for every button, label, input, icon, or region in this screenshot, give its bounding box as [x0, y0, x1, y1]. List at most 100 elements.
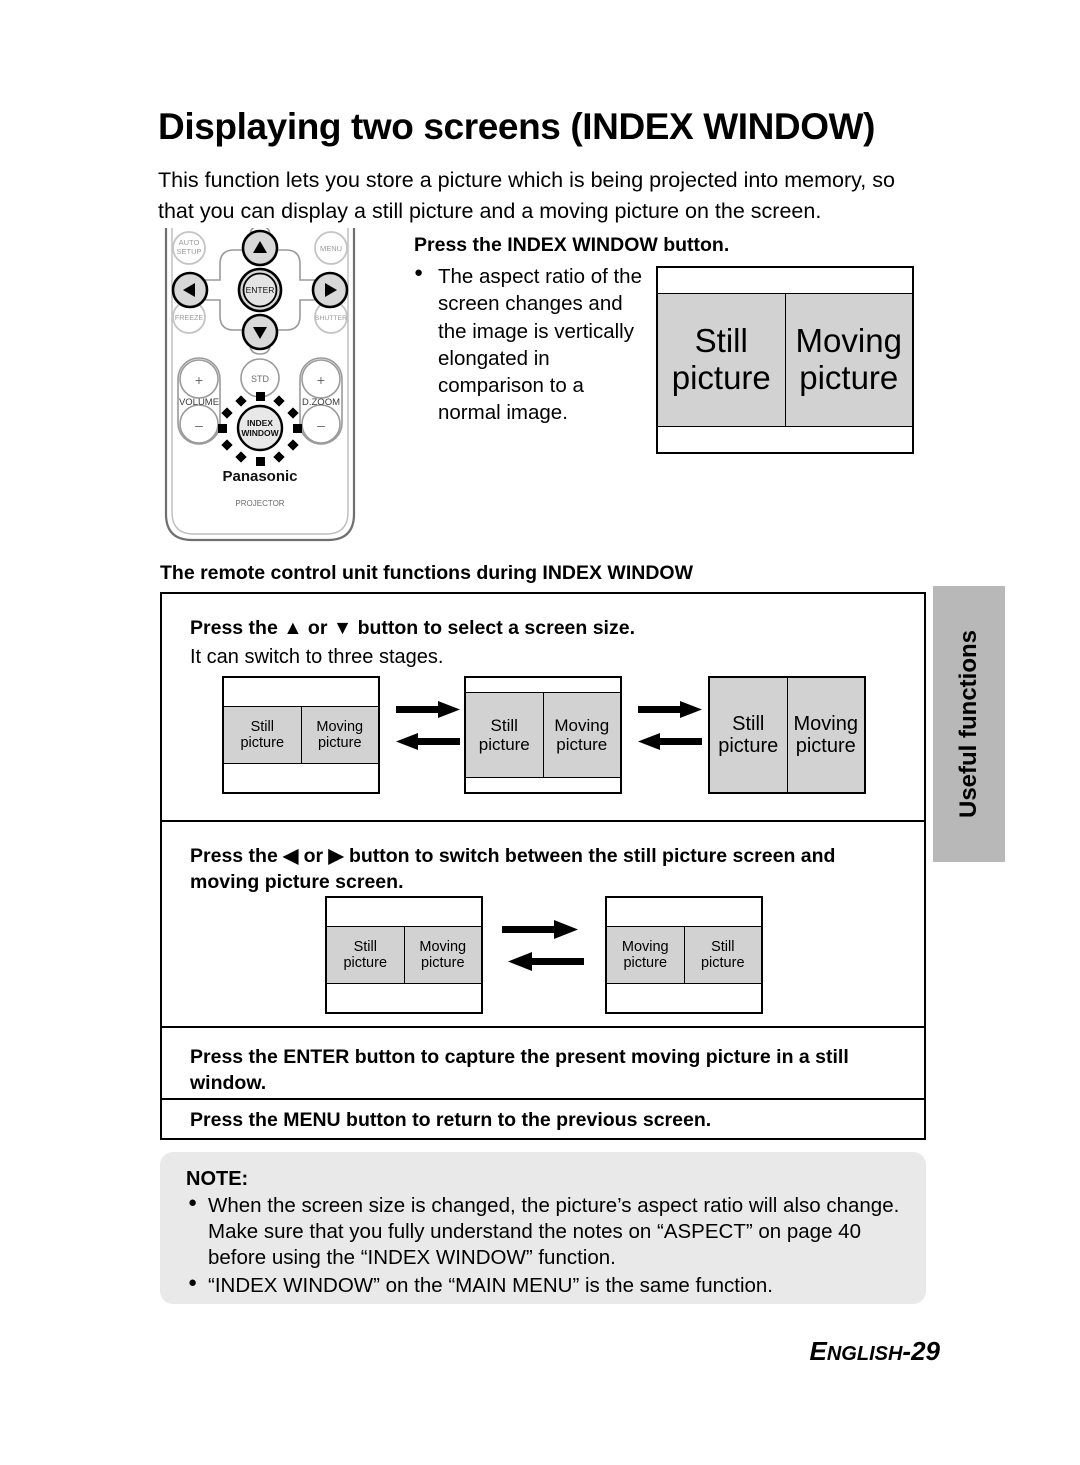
stage3-still-line2: picture	[718, 735, 779, 757]
step-index-window-body: ● The aspect ratio of the screen changes…	[414, 263, 644, 427]
stage2-screen-diagram: Still picture Moving picture	[464, 676, 622, 794]
stage2-moving-line2: picture	[556, 735, 608, 754]
swap-after-left-line1: Moving	[621, 938, 669, 955]
stage3-still-line1: Still	[732, 712, 765, 735]
step-index-window-heading: Press the INDEX WINDOW button.	[414, 234, 730, 256]
table-row-switch-screens: Press the ◀ or ▶ button to switch betwee…	[162, 820, 924, 1026]
remote-enter-label: ENTER	[246, 285, 275, 295]
remote-control-svg: AUTO SETUP MENU FREEZE SHUTTER ENTER + –…	[164, 186, 356, 542]
side-tab-label: Useful functions	[955, 629, 982, 819]
stage2-still-line1: Still	[490, 715, 518, 735]
hero-screen-diagram: Still picture Moving picture	[656, 266, 914, 454]
footer-main: NGLISH	[826, 1343, 903, 1365]
moving-label-line1: Moving	[795, 322, 902, 360]
stage3-moving-line1: Moving	[793, 712, 858, 735]
arrow-right-icon	[396, 701, 460, 718]
swap-before-right-line2: picture	[420, 955, 465, 971]
row4-heading: Press the MENU button to return to the p…	[190, 1109, 712, 1131]
arrow-right-icon	[638, 701, 702, 718]
note-item: ● “INDEX WINDOW” on the “MAIN MENU” is t…	[186, 1273, 900, 1299]
remote-volume-plus-label: +	[195, 372, 203, 388]
note-item-text: “INDEX WINDOW” on the “MAIN MENU” is the…	[208, 1273, 774, 1297]
letterbox-band-bottom	[658, 427, 912, 452]
swap-before-right-pane: Moving picture	[403, 927, 482, 983]
stage1-moving-line2: picture	[317, 735, 362, 751]
side-tab-useful-functions: Useful functions	[933, 586, 1005, 862]
swap-before-left-pane: Still picture	[327, 927, 404, 983]
stage1-still-line2: picture	[240, 735, 285, 751]
swap-after-left-line2: picture	[623, 955, 668, 971]
remote-control-illustration: AUTO SETUP MENU FREEZE SHUTTER ENTER + –…	[160, 186, 360, 548]
remote-volume-minus-label: –	[195, 417, 203, 433]
intro-paragraph: This function lets you store a picture w…	[158, 168, 895, 224]
stage2-band-bottom	[466, 778, 620, 792]
remote-freeze-label: FREEZE	[175, 313, 204, 322]
swap-after-diagram: Moving picture Still picture	[605, 896, 763, 1014]
note-list: ● When the screen size is changed, the p…	[186, 1193, 900, 1299]
manual-page: Displaying two screens (INDEX WINDOW) Th…	[0, 0, 1080, 1465]
stage1-moving-pane: Moving picture	[300, 707, 379, 763]
remote-dzoom-label: D.ZOOM	[302, 397, 340, 408]
row1-heading: Press the ▲ or ▼ button to select a scre…	[190, 617, 635, 639]
remote-dzoom-plus-label: +	[317, 372, 325, 388]
remote-auto-setup-label-line2: SETUP	[176, 247, 201, 256]
arrow-right-icon	[502, 920, 578, 939]
swap-after-right-line2: picture	[700, 955, 745, 971]
swap-before-panes: Still picture Moving picture	[327, 926, 481, 984]
stage2-to-stage3-arrows	[636, 692, 712, 762]
note-item: ● When the screen size is changed, the p…	[186, 1193, 900, 1272]
remote-dzoom-minus-label: –	[317, 417, 325, 433]
stage3-screen-diagram: Still picture Moving picture	[708, 676, 866, 794]
remote-shutter-label: SHUTTER	[315, 315, 347, 322]
stage2-moving-line1: Moving	[554, 715, 610, 735]
arrow-left-icon	[396, 733, 460, 750]
remote-volume-label: VOLUME	[179, 397, 219, 408]
footer-prefix: E	[809, 1336, 827, 1366]
stage3-moving-line2: picture	[795, 735, 856, 757]
stage1-still-pane: Still picture	[224, 707, 301, 763]
stage3-panes: Still picture Moving picture	[710, 678, 864, 792]
moving-picture-pane: Moving picture	[784, 294, 913, 426]
step-index-window-body-text: The aspect ratio of the screen changes a…	[438, 265, 642, 425]
remote-brand-label: Panasonic	[222, 468, 297, 485]
stage3-moving-pane: Moving picture	[786, 678, 865, 792]
screen-panes: Still picture Moving picture	[658, 293, 912, 427]
remote-std-label: STD	[251, 374, 270, 384]
swap-before-band-top	[327, 898, 481, 926]
swap-after-band-top	[607, 898, 761, 926]
bullet-icon: ●	[188, 1194, 198, 1211]
swap-after-left-pane: Moving picture	[607, 927, 684, 983]
table-row-enter: Press the ENTER button to capture the pr…	[162, 1026, 924, 1098]
arrow-left-icon	[638, 733, 702, 750]
stage2-still-line2: picture	[478, 735, 530, 754]
footer-page-number: -29	[902, 1336, 940, 1366]
remote-index-window-label-line1: INDEX	[247, 418, 273, 428]
swap-after-right-line1: Still	[711, 938, 735, 955]
swap-after-panes: Moving picture Still picture	[607, 926, 761, 984]
row1-subtext: It can switch to three stages.	[190, 646, 444, 668]
row3-heading: Press the ENTER button to capture the pr…	[190, 1046, 849, 1094]
remote-auto-setup-label-line1: AUTO	[179, 238, 200, 247]
table-row-menu: Press the MENU button to return to the p…	[162, 1098, 924, 1135]
bullet-icon: ●	[188, 1273, 198, 1291]
swap-before-band-bottom	[327, 984, 481, 1012]
still-label-line2: picture	[671, 359, 771, 396]
swap-before-left-line2: picture	[343, 955, 388, 971]
stage3-still-pane: Still picture	[710, 678, 787, 792]
swap-before-diagram: Still picture Moving picture	[325, 896, 483, 1014]
still-picture-pane: Still picture	[658, 294, 785, 426]
stage1-to-stage2-arrows	[394, 692, 470, 762]
stage1-screen-diagram: Still picture Moving picture	[222, 676, 380, 794]
swap-before-left-line1: Still	[353, 938, 377, 955]
note-title: NOTE:	[186, 1168, 249, 1190]
swap-after-band-bottom	[607, 984, 761, 1012]
remote-index-window-label-line2: WINDOW	[241, 428, 279, 438]
stage1-moving-line1: Moving	[316, 718, 364, 735]
stage1-band-bottom	[224, 764, 378, 792]
arrow-left-icon	[508, 952, 584, 971]
note-item-text: When the screen size is changed, the pic…	[208, 1194, 900, 1270]
moving-label-line2: picture	[799, 359, 899, 396]
letterbox-band-top	[658, 268, 912, 293]
remote-menu-label: MENU	[320, 244, 342, 253]
table-row-screen-size: Press the ▲ or ▼ button to select a scre…	[162, 594, 924, 820]
